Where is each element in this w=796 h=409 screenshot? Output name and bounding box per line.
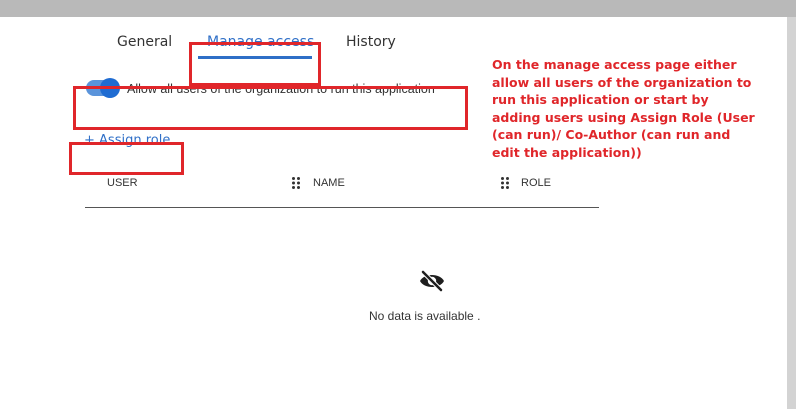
table-header-divider [85,207,599,208]
highlight-box-assign-role [69,142,184,175]
annotation-line: (can run)/ Co-Author (can run and [492,127,731,143]
column-header-role[interactable]: ROLE [521,177,551,189]
annotation-line: allow all users of the organization to [492,74,752,90]
column-header-user[interactable]: USER [107,177,138,189]
eye-slash-icon [420,270,444,292]
annotation-line: On the manage access page either [492,57,737,72]
annotation-line: run this application or start by [492,92,709,108]
empty-state-text: No data is available . [369,309,481,323]
annotation-line: adding users using Assign Role (User [492,109,755,125]
annotation-text: On the manage access page either allow a… [492,56,782,162]
grip-icon[interactable] [500,176,510,190]
highlight-box-manage-access [189,42,321,86]
highlight-box-allow-all [73,86,468,130]
scrollbar[interactable] [787,17,796,409]
tab-history[interactable]: History [346,34,396,50]
tab-general[interactable]: General [117,34,172,50]
column-header-name[interactable]: NAME [313,177,345,189]
grip-icon[interactable] [291,176,301,190]
annotation-line: edit the application)) [492,144,642,160]
